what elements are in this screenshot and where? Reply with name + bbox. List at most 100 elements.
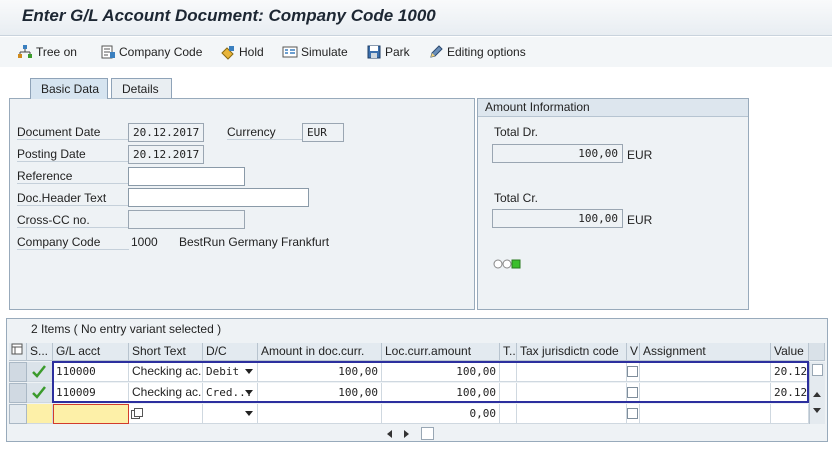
cross-cc-field[interactable] bbox=[128, 210, 245, 229]
col-amount-loc[interactable]: Loc.curr.amount bbox=[382, 343, 500, 361]
dc-dropdown[interactable] bbox=[203, 404, 258, 424]
chevron-down-icon bbox=[245, 390, 253, 395]
tab-basic-data-label: Basic Data bbox=[41, 82, 100, 96]
tax-jurisdiction-cell[interactable] bbox=[517, 362, 627, 382]
tax-jurisdiction-cell[interactable] bbox=[517, 404, 627, 424]
tab-details-label: Details bbox=[122, 82, 159, 96]
tab-details[interactable]: Details bbox=[111, 78, 172, 99]
row-status bbox=[27, 383, 53, 403]
col-tax-jurisdiction[interactable]: Tax jurisdictn code bbox=[517, 343, 627, 361]
tree-on-label: Tree on bbox=[36, 45, 77, 59]
assignment-cell[interactable] bbox=[640, 362, 771, 382]
tax-code-cell[interactable] bbox=[500, 404, 517, 424]
reference-field[interactable] bbox=[128, 167, 245, 186]
gl-acct-cell[interactable]: 110000 bbox=[53, 362, 129, 382]
col-gl-acct[interactable]: G/L acct bbox=[53, 343, 129, 361]
col-amount-doc[interactable]: Amount in doc.curr. bbox=[258, 343, 382, 361]
col-value[interactable]: Value bbox=[771, 343, 809, 361]
short-text-cell[interactable] bbox=[129, 404, 203, 424]
tab-basic-data[interactable]: Basic Data bbox=[30, 78, 108, 99]
simulate-label: Simulate bbox=[301, 45, 348, 59]
gl-acct-cell[interactable]: 110009 bbox=[53, 383, 129, 403]
v-cell bbox=[627, 404, 640, 424]
company-name: BestRun Germany Frankfurt bbox=[179, 235, 330, 249]
checkmark-icon bbox=[32, 365, 46, 378]
col-v[interactable]: V bbox=[627, 343, 640, 361]
v-cell bbox=[627, 383, 640, 403]
simulate-button[interactable]: Simulate bbox=[282, 43, 348, 61]
tree-on-button[interactable]: Tree on bbox=[17, 43, 77, 61]
gl-acct-input[interactable] bbox=[53, 404, 129, 424]
col-status[interactable]: S... bbox=[27, 343, 53, 361]
park-button[interactable]: Park bbox=[366, 43, 410, 61]
amount-doc-cell[interactable]: 100,00 bbox=[258, 362, 382, 382]
scroll-left-icon[interactable] bbox=[387, 430, 392, 438]
simulate-icon bbox=[282, 46, 298, 58]
scroll-up-icon[interactable] bbox=[813, 392, 821, 397]
company-code-button[interactable]: Company Code bbox=[100, 43, 202, 61]
row-status bbox=[27, 404, 53, 424]
checkmark-icon bbox=[32, 386, 46, 399]
amount-loc-cell[interactable]: 100,00 bbox=[382, 383, 500, 403]
scroll-right-icon[interactable] bbox=[404, 430, 409, 438]
assignment-cell[interactable] bbox=[640, 383, 771, 403]
horizontal-scroll-thumb[interactable] bbox=[421, 427, 434, 440]
editing-options-button[interactable]: Editing options bbox=[428, 43, 526, 61]
tax-code-cell[interactable] bbox=[500, 362, 517, 382]
scroll-thumb[interactable] bbox=[812, 364, 823, 376]
title-bar: Enter G/L Account Document: Company Code… bbox=[0, 0, 832, 36]
currency-label: Currency bbox=[227, 125, 302, 140]
line-items-grid: 2 Items ( No entry variant selected ) S.… bbox=[6, 318, 828, 442]
value-date-cell[interactable]: 20.12 bbox=[771, 383, 809, 403]
dc-dropdown[interactable]: Debit bbox=[203, 362, 258, 382]
doc-header-text-label: Doc.Header Text bbox=[17, 191, 129, 206]
cross-cc-label: Cross-CC no. bbox=[17, 213, 129, 228]
basic-data-panel: Document Date 20.12.2017 Currency EUR Po… bbox=[9, 98, 475, 310]
window-title: Enter G/L Account Document: Company Code… bbox=[22, 6, 436, 25]
total-debit-field: 100,00 bbox=[492, 144, 623, 163]
reference-label: Reference bbox=[17, 169, 129, 184]
assignment-cell[interactable] bbox=[640, 404, 771, 424]
v-checkbox[interactable] bbox=[627, 366, 638, 377]
company-code-field-label: Company Code bbox=[17, 235, 129, 250]
grid-title: 2 Items ( No entry variant selected ) bbox=[31, 322, 222, 336]
amount-loc-cell[interactable]: 100,00 bbox=[382, 362, 500, 382]
doc-header-text-field[interactable] bbox=[128, 188, 309, 207]
document-date-field[interactable]: 20.12.2017 bbox=[128, 123, 204, 142]
copy-icon[interactable] bbox=[131, 408, 143, 419]
v-checkbox[interactable] bbox=[627, 387, 638, 398]
row-selector[interactable] bbox=[9, 404, 27, 424]
tax-code-cell[interactable] bbox=[500, 383, 517, 403]
posting-date-label: Posting Date bbox=[17, 147, 129, 162]
total-debit-currency: EUR bbox=[627, 148, 653, 162]
amount-information-panel: Amount Information Total Dr. 100,00 EUR … bbox=[477, 98, 749, 310]
short-text-cell[interactable]: Checking ac... bbox=[129, 362, 203, 382]
vertical-scrollbar[interactable] bbox=[809, 362, 825, 424]
short-text-cell[interactable]: Checking ac... bbox=[129, 383, 203, 403]
scroll-down-icon[interactable] bbox=[813, 408, 821, 413]
currency-field[interactable]: EUR bbox=[302, 123, 344, 142]
v-checkbox[interactable] bbox=[627, 408, 638, 419]
editing-options-label: Editing options bbox=[447, 45, 526, 59]
dc-dropdown[interactable]: Cred... bbox=[203, 383, 258, 403]
col-t[interactable]: T.. bbox=[500, 343, 517, 361]
value-date-cell[interactable]: 20.12 bbox=[771, 362, 809, 382]
row-selector[interactable] bbox=[9, 362, 27, 382]
v-cell bbox=[627, 362, 640, 382]
document-date-label: Document Date bbox=[17, 125, 129, 140]
tax-jurisdiction-cell[interactable] bbox=[517, 383, 627, 403]
hold-button[interactable]: Hold bbox=[220, 43, 264, 61]
col-short-text[interactable]: Short Text bbox=[129, 343, 203, 361]
col-assignment[interactable]: Assignment bbox=[640, 343, 771, 361]
grid-config-icon[interactable] bbox=[9, 343, 27, 361]
park-label: Park bbox=[385, 45, 410, 59]
value-date-cell[interactable] bbox=[771, 404, 809, 424]
col-dc[interactable]: D/C bbox=[203, 343, 258, 361]
row-selector[interactable] bbox=[9, 383, 27, 403]
horizontal-scrollbar[interactable] bbox=[385, 427, 825, 441]
amount-information-header: Amount Information bbox=[478, 99, 748, 117]
amount-doc-cell[interactable]: 100,00 bbox=[258, 383, 382, 403]
posting-date-field[interactable]: 20.12.2017 bbox=[128, 145, 204, 164]
amount-doc-cell[interactable] bbox=[258, 404, 382, 424]
amount-loc-cell[interactable]: 0,00 bbox=[382, 404, 500, 424]
